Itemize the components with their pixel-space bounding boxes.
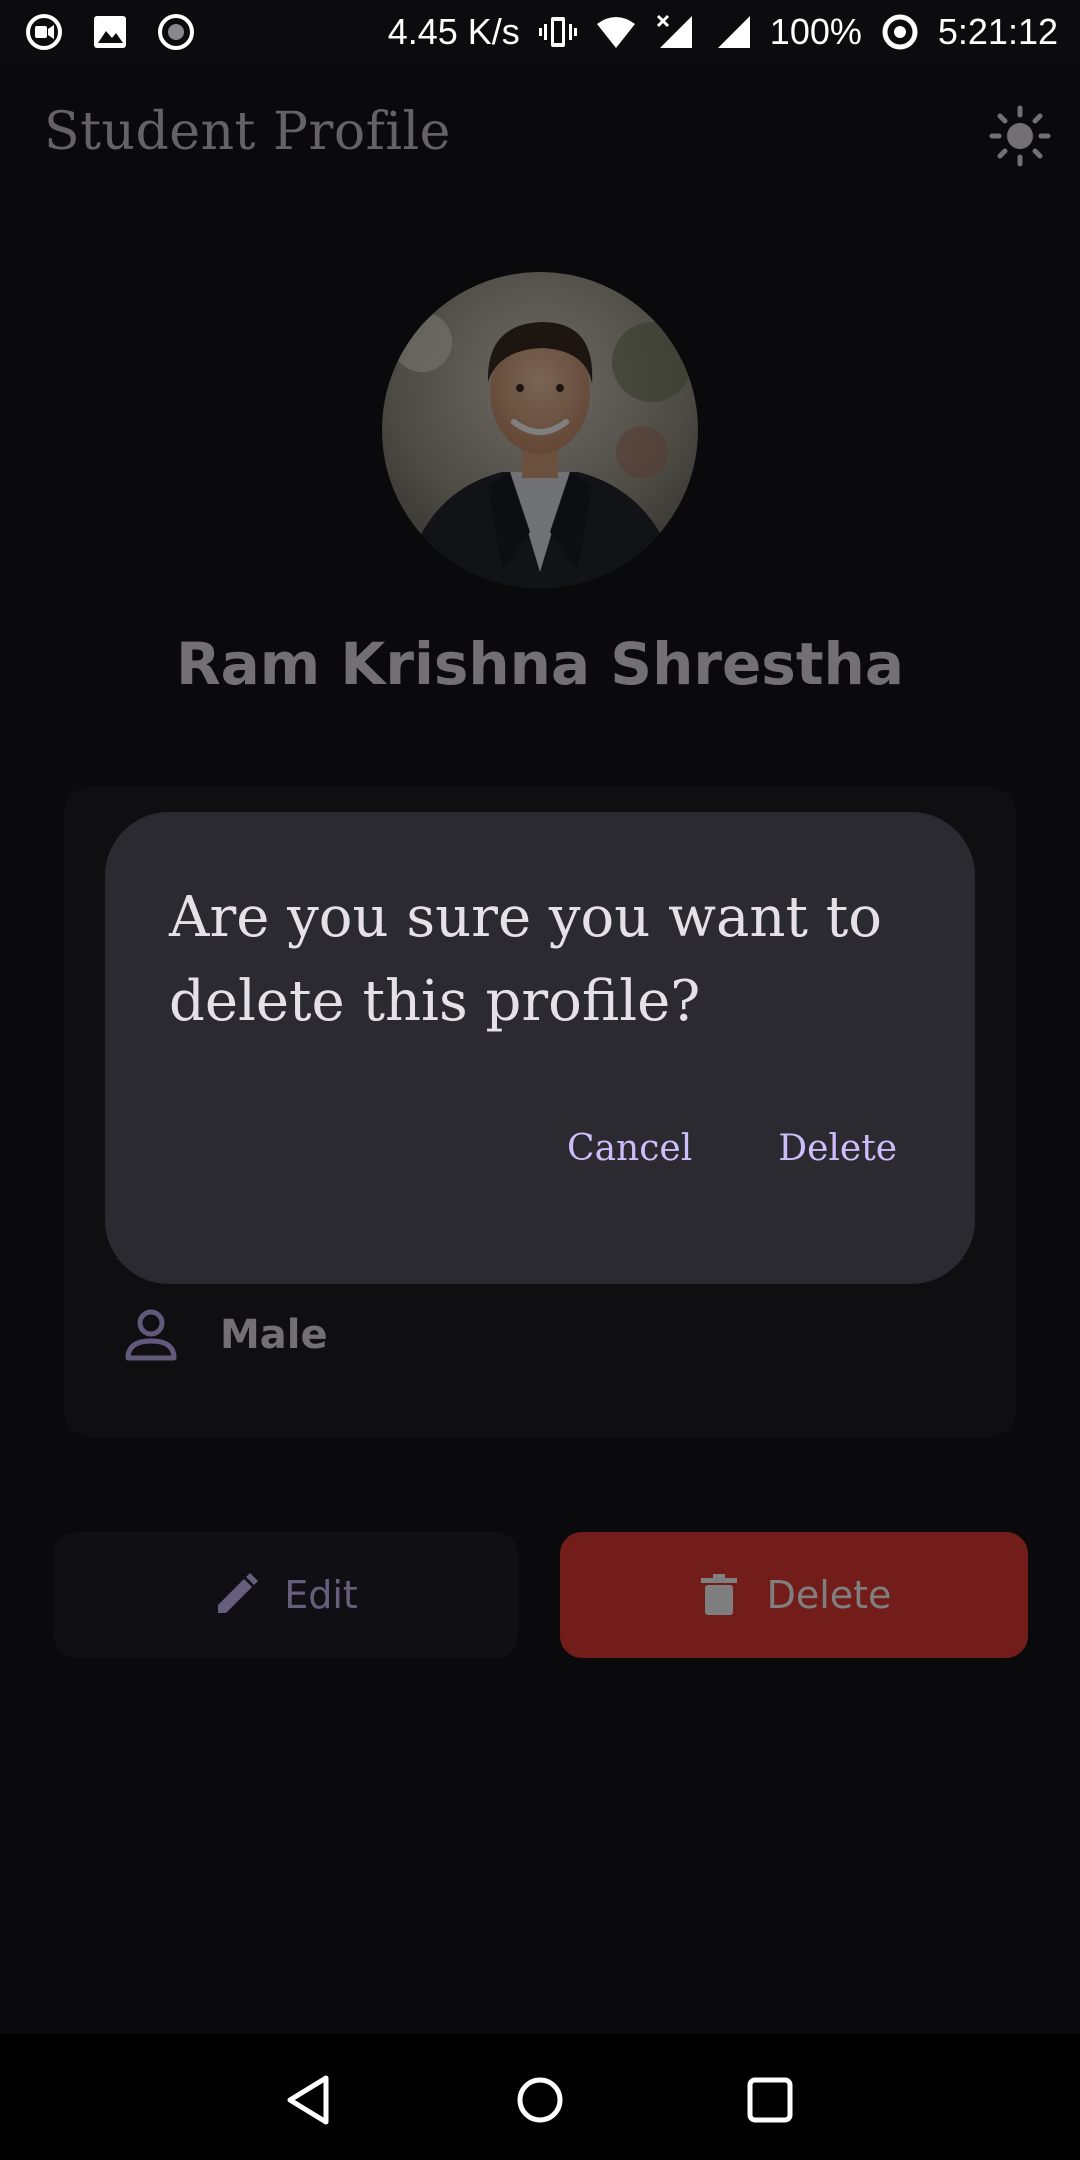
wifi-icon [596, 17, 635, 48]
battery-level: 100% [769, 11, 862, 52]
app-screen: 4.45 K/s 100% 5:21:12 Are you sure you w… [0, 0, 1080, 2034]
status-bar: 4.45 K/s 100% 5:21:12 [0, 0, 1080, 64]
recents-icon[interactable] [742, 2072, 798, 2128]
dialog-actions: Cancel Delete [567, 1128, 897, 1169]
net-speed: 4.45 K/s [387, 11, 520, 52]
image-icon [94, 16, 126, 48]
confirm-delete-button[interactable]: Delete [778, 1128, 897, 1169]
back-icon[interactable] [282, 2072, 338, 2128]
data-saver-icon [882, 14, 918, 50]
dialog-message: Are you sure you want to delete this pro… [169, 885, 883, 1034]
delete-confirm-dialog: Are you sure you want to delete this pro… [105, 812, 975, 1284]
vibrate-icon [538, 17, 577, 47]
home-icon[interactable] [512, 2072, 568, 2128]
video-camera-icon [26, 14, 62, 50]
signal-no-service-icon [656, 14, 692, 48]
clock: 5:21:12 [937, 11, 1058, 52]
cancel-button[interactable]: Cancel [567, 1128, 692, 1169]
signal-icon [717, 16, 750, 48]
navigation-bar [0, 2034, 1080, 2160]
record-icon [158, 14, 194, 50]
